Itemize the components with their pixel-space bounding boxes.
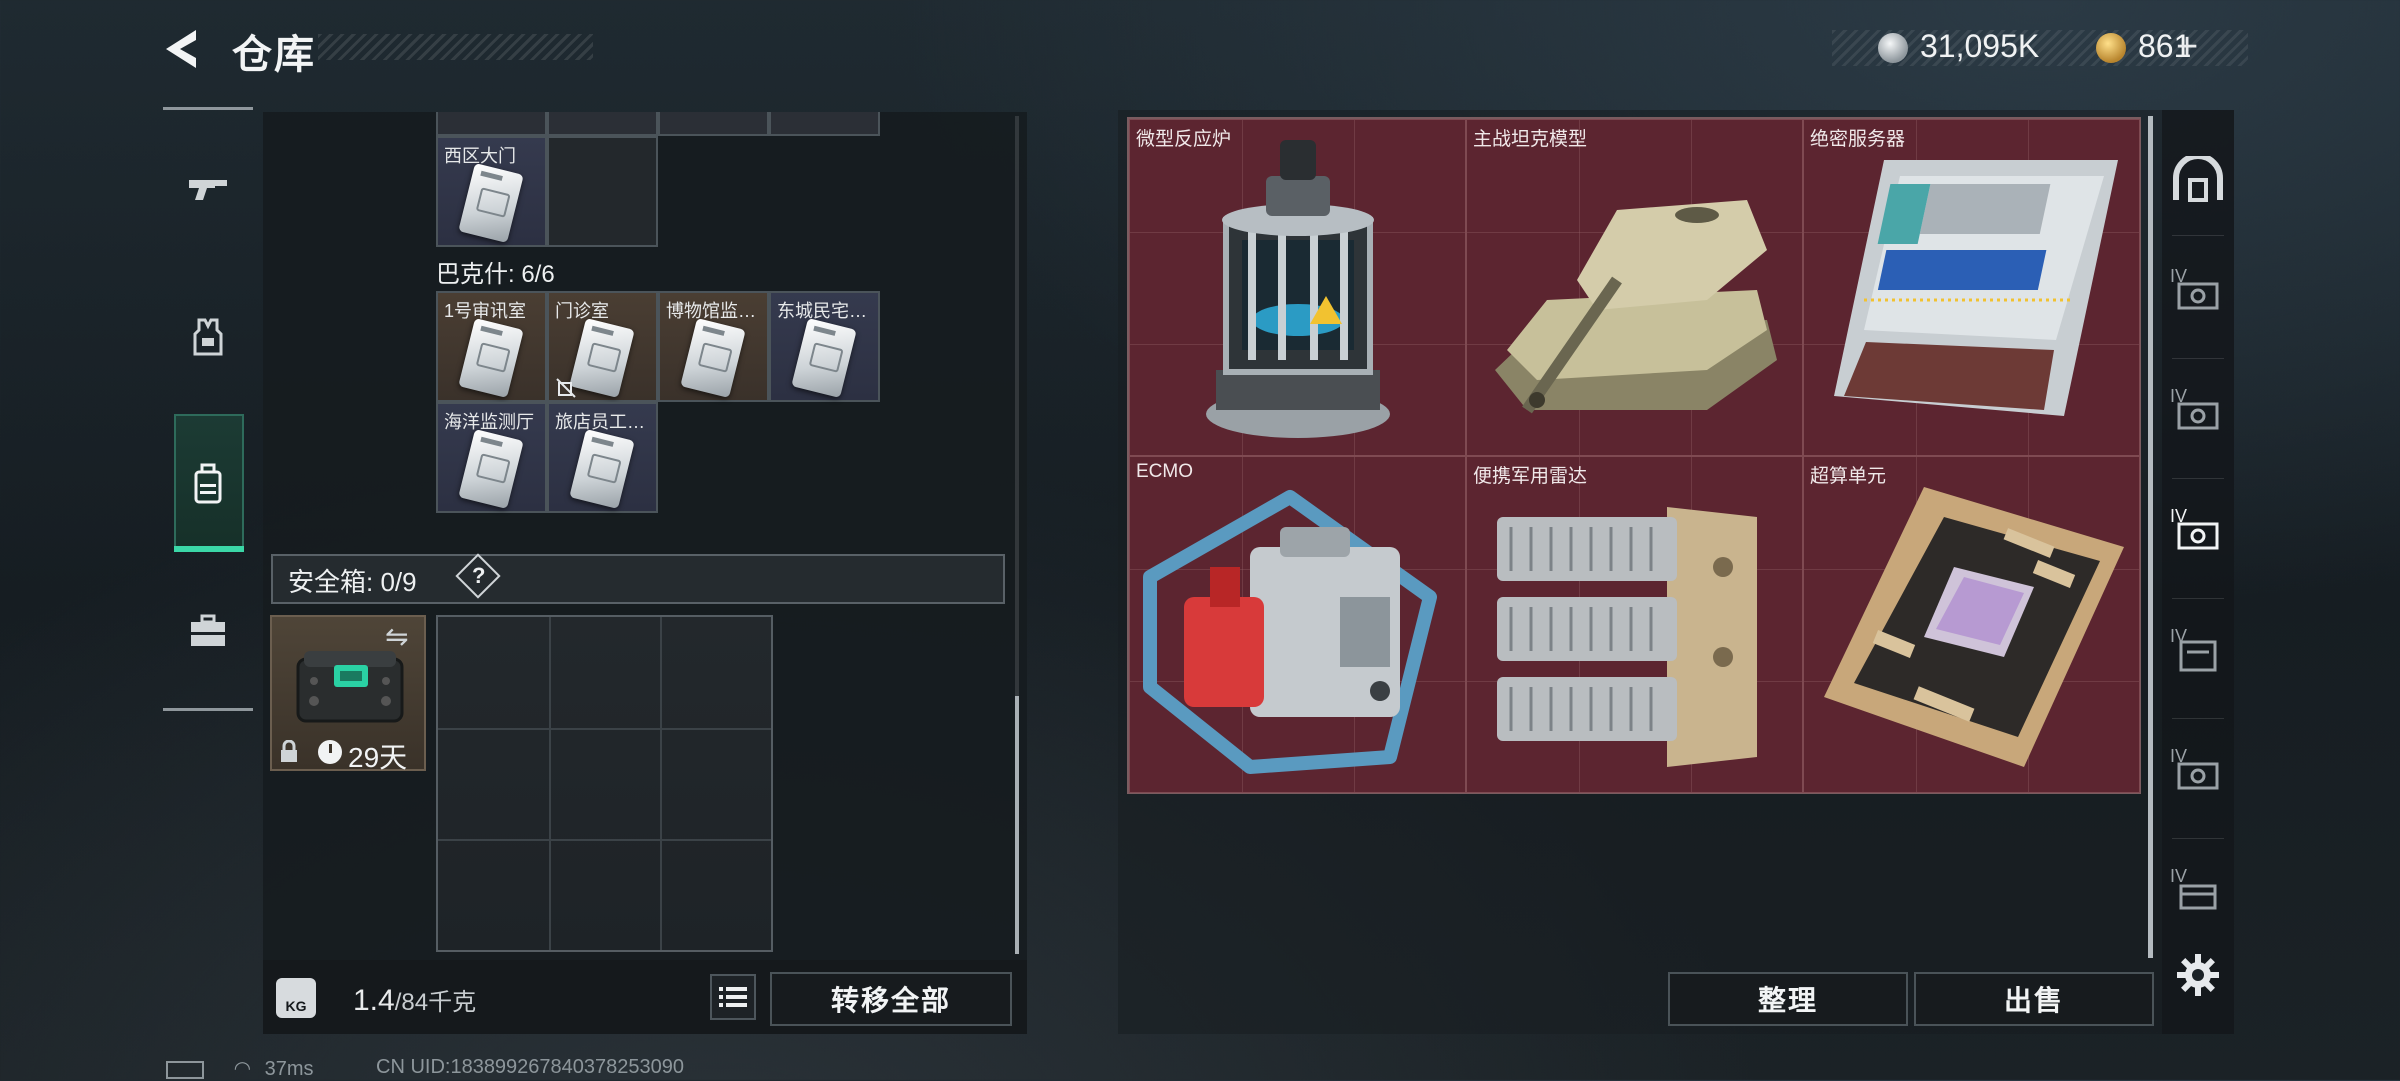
list-view-button[interactable] <box>710 974 756 1020</box>
tier-label: IV <box>2170 626 2188 646</box>
keycard-icon <box>569 428 635 510</box>
weight-readout: 1.4/84千克 <box>353 982 476 1018</box>
title-decoration <box>318 34 593 60</box>
gold-coin-icon <box>2096 33 2126 63</box>
tab-divider <box>2172 478 2224 479</box>
safe-box-label: 安全箱: 0/9 <box>288 567 417 597</box>
item-label: 门诊室 <box>555 301 609 321</box>
transfer-all-button[interactable]: 转移全部 <box>770 972 1012 1026</box>
weight-icon: KG <box>276 978 316 1018</box>
inventory-cell[interactable] <box>658 112 769 136</box>
key-card-item[interactable]: 旅店员工… <box>547 402 658 513</box>
tab-divider <box>2172 598 2224 599</box>
item-label: 旅店员工… <box>555 412 645 432</box>
stash-tier-tab-6[interactable]: IV <box>2168 858 2228 930</box>
lock-icon <box>281 740 297 762</box>
backpack-icon[interactable] <box>185 460 231 506</box>
tank-icon <box>1495 200 1777 414</box>
item-label: 东城民宅… <box>777 301 867 321</box>
key-card-item[interactable]: 门诊室 <box>547 291 658 402</box>
stash-tier-tab-2[interactable]: IV <box>2168 378 2228 450</box>
stash-tier-tab-3-active[interactable]: IV <box>2168 498 2228 570</box>
supercomputer-icon <box>1824 487 2124 767</box>
key-card-item[interactable]: 博物馆监… <box>658 291 769 402</box>
safe-box-remaining-days: 29天 <box>348 742 408 773</box>
reactor-icon <box>1206 140 1390 438</box>
tab-divider <box>2172 838 2224 839</box>
keycard-icon <box>680 317 746 399</box>
keycard-icon <box>458 317 524 399</box>
item-label: 海洋监测厅 <box>444 412 534 432</box>
swap-icon[interactable]: ⇋ <box>385 620 408 653</box>
silver-coin-icon <box>1878 33 1908 63</box>
help-text: ? <box>472 563 486 588</box>
stash-tier-tab-4[interactable]: IV <box>2168 618 2228 690</box>
inventory-scroll-thumb[interactable] <box>1015 696 1019 954</box>
back-arrow-icon[interactable] <box>160 26 206 72</box>
stash-overview-icon[interactable] <box>2168 144 2228 216</box>
radar-icon <box>1497 507 1757 767</box>
armor-vest-icon[interactable] <box>185 314 231 360</box>
rail-divider <box>163 107 253 110</box>
keycard-icon <box>791 317 857 399</box>
stash-item-micro-reactor[interactable]: 微型反应炉 <box>1129 119 1466 456</box>
ping-value: 37ms <box>264 1058 314 1080</box>
stash-item-server[interactable]: 绝密服务器 <box>1803 119 2140 456</box>
keycard-icon <box>458 162 524 244</box>
tier-label: IV <box>2170 746 2188 766</box>
page-title: 仓库 <box>232 33 316 77</box>
add-currency-button[interactable]: + <box>2176 26 2198 69</box>
inventory-cell[interactable] <box>547 112 658 136</box>
list-icon <box>719 987 747 1007</box>
item-label: 1号审讯室 <box>444 301 527 321</box>
weight-max: /84千克 <box>394 989 477 1016</box>
key-card-item[interactable]: 东城民宅… <box>769 291 880 402</box>
weight-current: 1.4 <box>353 984 395 1017</box>
keycard-icon <box>569 317 635 399</box>
tier-label: IV <box>2170 866 2188 886</box>
ecmo-icon <box>1143 490 1437 774</box>
tier-label: IV <box>2170 386 2188 406</box>
tab-divider <box>2172 235 2224 236</box>
silver-currency-value: 31,095K <box>1920 28 2040 64</box>
stash-tier-tab-1[interactable]: IV <box>2168 258 2228 330</box>
tier-label: IV <box>2170 266 2188 286</box>
tab-divider <box>2172 718 2224 719</box>
battery-icon <box>166 1060 204 1079</box>
keycard-icon <box>458 428 524 510</box>
rail-divider <box>163 708 253 711</box>
stash-item-tank-model[interactable]: 主战坦克模型 <box>1466 119 1803 456</box>
inventory-cell[interactable] <box>547 136 658 247</box>
gun-icon[interactable] <box>185 166 231 212</box>
sell-button[interactable]: 出售 <box>1914 972 2154 1026</box>
inventory-cell[interactable] <box>436 112 547 136</box>
key-card-item[interactable]: 西区大门 <box>436 136 547 247</box>
clock-icon <box>318 740 342 764</box>
stash-scrollbar[interactable] <box>2148 116 2153 958</box>
stash-grid: 微型反应炉 主战坦克模型 绝密服务器 ECMO 便携军用雷达 超算单元 <box>1127 117 2141 794</box>
tab-divider <box>2172 358 2224 359</box>
no-repair-icon <box>556 378 576 398</box>
player-uid: CN UID:1838992678403782530​90 <box>376 1056 685 1078</box>
stash-item-supercomputer-unit[interactable]: 超算单元 <box>1803 456 2140 793</box>
key-card-item[interactable]: 海洋监测厅 <box>436 402 547 513</box>
group-title: 巴克什: 6/6 <box>436 261 555 288</box>
toolbox-icon[interactable] <box>185 608 231 654</box>
settings-gear-icon[interactable] <box>2175 952 2221 998</box>
stash-item-military-radar[interactable]: 便携军用雷达 <box>1466 456 1803 793</box>
item-label: 博物馆监… <box>666 301 756 321</box>
server-icon <box>1834 160 2118 416</box>
wifi-icon: ◠ <box>233 1058 252 1080</box>
inventory-cell[interactable] <box>769 112 880 136</box>
safe-box-grid[interactable] <box>436 615 773 952</box>
organize-button[interactable]: 整理 <box>1668 972 1908 1026</box>
stash-tier-tab-5[interactable]: IV <box>2168 738 2228 810</box>
item-label: 西区大门 <box>444 146 516 166</box>
safe-case-icon <box>296 651 404 723</box>
tier-label: IV <box>2170 506 2188 526</box>
network-status: ◠ 37ms <box>166 1056 313 1081</box>
key-card-item[interactable]: 1号审讯室 <box>436 291 547 402</box>
stash-item-ecmo[interactable]: ECMO <box>1129 456 1466 793</box>
